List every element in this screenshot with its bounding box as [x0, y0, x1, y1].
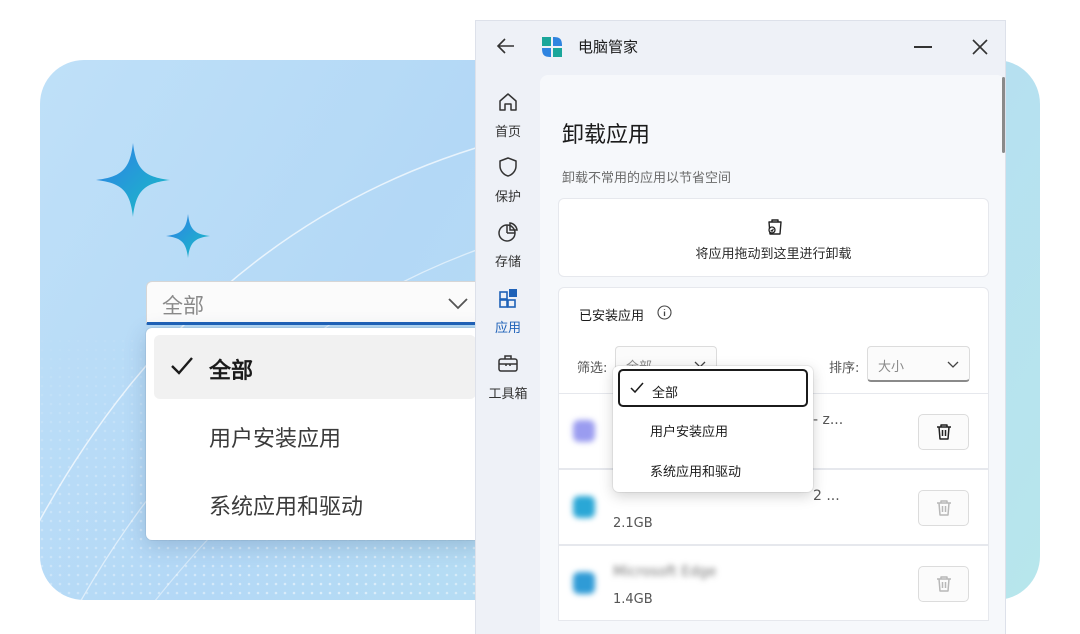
app-size: 1.4GB — [613, 592, 653, 607]
page-subtitle: 卸载不常用的应用以节省空间 — [562, 171, 732, 186]
filter-option-label: 系统应用和驱动 — [650, 465, 742, 480]
main-content: 卸载应用 卸载不常用的应用以节省空间 将应用拖动到这里进行卸载 已安装应用 筛选… — [540, 75, 1005, 634]
chevron-down-icon — [947, 361, 959, 368]
uninstall-button-disabled[interactable] — [918, 566, 969, 602]
title-bar: 电脑管家 — [476, 21, 1005, 71]
info-icon[interactable] — [657, 305, 672, 320]
close-icon[interactable] — [970, 37, 990, 57]
app-icon — [573, 496, 595, 518]
zoomed-filter-value: 全部 — [162, 294, 204, 318]
nav-item-protect[interactable]: 保护 — [476, 148, 540, 208]
app-name: Microsoft Edge — [613, 564, 717, 580]
sort-select[interactable]: 大小 — [867, 346, 970, 382]
app-name: - z... — [813, 412, 844, 428]
app-name: 2 ... — [813, 488, 840, 504]
zoomed-option-system-apps[interactable]: 系统应用和驱动 — [154, 471, 476, 535]
trash-icon — [937, 424, 951, 440]
nav-label: 保护 — [494, 190, 521, 205]
filter-menu: 全部 用户安装应用 系统应用和驱动 — [613, 366, 813, 492]
filter-option-label: 全部 — [652, 386, 679, 401]
app-row[interactable]: Microsoft Edge 1.4GB — [558, 545, 989, 621]
zoomed-option-label: 用户安装应用 — [209, 427, 342, 452]
sparkle-large-icon — [96, 143, 170, 217]
zoomed-filter-select[interactable]: 全部 — [146, 281, 484, 325]
app-window: 电脑管家 首页 保护 存储 应用 工具箱 卸载应用 卸载不常用的应用以节省空间 … — [475, 20, 1006, 634]
filter-option-system-apps[interactable]: 系统应用和驱动 — [618, 450, 808, 488]
installed-apps-title: 已安装应用 — [579, 309, 645, 324]
sort-label: 排序: — [829, 361, 860, 376]
filter-option-all[interactable]: 全部 — [618, 369, 808, 407]
pie-chart-icon — [498, 222, 518, 242]
uninstall-button-disabled[interactable] — [918, 490, 969, 526]
nav-item-home[interactable]: 首页 — [476, 83, 540, 143]
drop-zone-text: 将应用拖动到这里进行卸载 — [695, 247, 852, 262]
home-icon — [499, 93, 517, 111]
filter-option-label: 用户安装应用 — [650, 425, 729, 440]
arrow-left-icon[interactable] — [494, 34, 518, 58]
checkmark-icon — [630, 382, 644, 394]
minimize-icon[interactable] — [914, 46, 932, 48]
trash-icon — [937, 500, 951, 516]
app-icon — [573, 572, 595, 594]
app-icon — [573, 420, 595, 442]
nav-item-apps[interactable]: 应用 — [476, 279, 540, 339]
apps-icon — [499, 289, 517, 308]
trash-icon — [937, 576, 951, 592]
nav-label: 应用 — [494, 321, 521, 336]
filter-label: 筛选: — [577, 361, 608, 376]
zoomed-option-label: 系统应用和驱动 — [209, 495, 364, 520]
zoomed-option-label: 全部 — [209, 359, 254, 384]
app-logo-icon — [542, 37, 562, 57]
toolbox-icon — [498, 355, 518, 372]
trash-drop-icon — [768, 219, 782, 235]
nav-item-storage[interactable]: 存储 — [476, 213, 540, 273]
window-title: 电脑管家 — [578, 38, 639, 56]
zoomed-filter-menu: 全部 用户安装应用 系统应用和驱动 — [146, 328, 484, 540]
sort-value: 大小 — [878, 360, 905, 375]
scrollbar-thumb[interactable] — [1002, 77, 1005, 153]
chevron-down-icon — [448, 298, 468, 310]
app-size: 2.1GB — [613, 516, 653, 531]
uninstall-button[interactable] — [918, 414, 969, 450]
zoomed-option-all[interactable]: 全部 — [154, 335, 476, 399]
sparkle-small-icon — [166, 214, 210, 258]
nav-item-toolbox[interactable]: 工具箱 — [476, 345, 540, 405]
filter-option-user-apps[interactable]: 用户安装应用 — [618, 410, 808, 448]
zoomed-option-user-apps[interactable]: 用户安装应用 — [154, 403, 476, 467]
shield-icon — [499, 157, 517, 177]
nav-label: 首页 — [494, 125, 521, 140]
checkmark-icon — [171, 357, 193, 375]
page-title: 卸载应用 — [562, 123, 651, 148]
nav-label: 存储 — [494, 255, 521, 270]
uninstall-drop-zone[interactable]: 将应用拖动到这里进行卸载 — [558, 198, 989, 277]
nav-label: 工具箱 — [488, 387, 528, 402]
